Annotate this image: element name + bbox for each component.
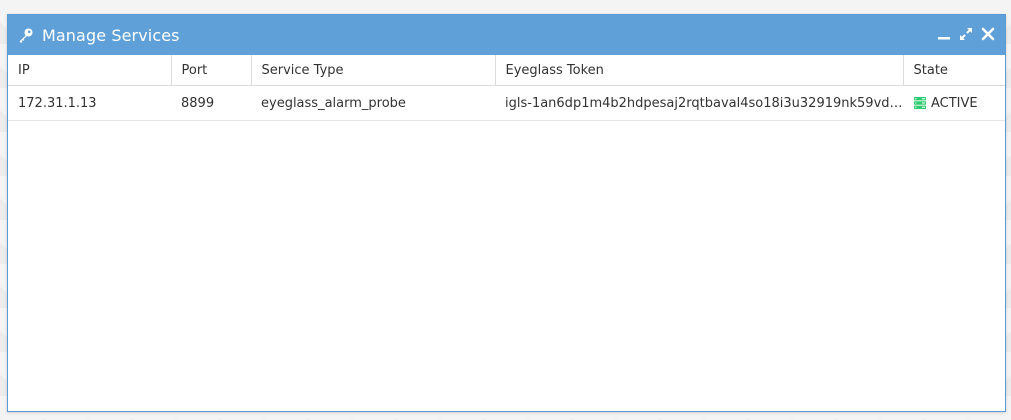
window-controls	[937, 27, 995, 41]
column-header-ip[interactable]: IP	[8, 55, 172, 86]
table-row[interactable]: 172.31.1.13 8899 eyeglass_alarm_probe ig…	[8, 85, 1005, 121]
column-header-service-type[interactable]: Service Type	[251, 55, 496, 86]
cell-ip: 172.31.1.13	[8, 85, 171, 121]
column-header-port[interactable]: Port	[171, 55, 252, 86]
minimize-icon[interactable]	[937, 27, 951, 41]
close-icon[interactable]	[981, 27, 995, 41]
dialog-title: Manage Services	[42, 25, 180, 45]
cell-state: ACTIVE	[903, 85, 1005, 121]
dialog-titlebar[interactable]: Manage Services	[8, 15, 1005, 55]
cell-service-type: eyeglass_alarm_probe	[251, 85, 495, 121]
column-header-state[interactable]: State	[903, 55, 1005, 86]
table-header-row: IP Port Service Type Eyeglass Token Stat…	[8, 55, 1005, 86]
server-icon	[913, 96, 927, 110]
maximize-icon[interactable]	[959, 27, 973, 41]
cell-port: 8899	[171, 85, 251, 121]
column-header-eyeglass-token[interactable]: Eyeglass Token	[495, 55, 904, 86]
services-table: IP Port Service Type Eyeglass Token Stat…	[8, 55, 1005, 121]
manage-services-dialog: Manage Services IP Port Service Type Eye…	[7, 14, 1006, 412]
key-icon	[18, 27, 34, 43]
state-label: ACTIVE	[931, 95, 978, 111]
cell-eyeglass-token: igls-1an6dp1m4b2hdpesaj2rqtbaval4so18i3u…	[495, 85, 903, 121]
